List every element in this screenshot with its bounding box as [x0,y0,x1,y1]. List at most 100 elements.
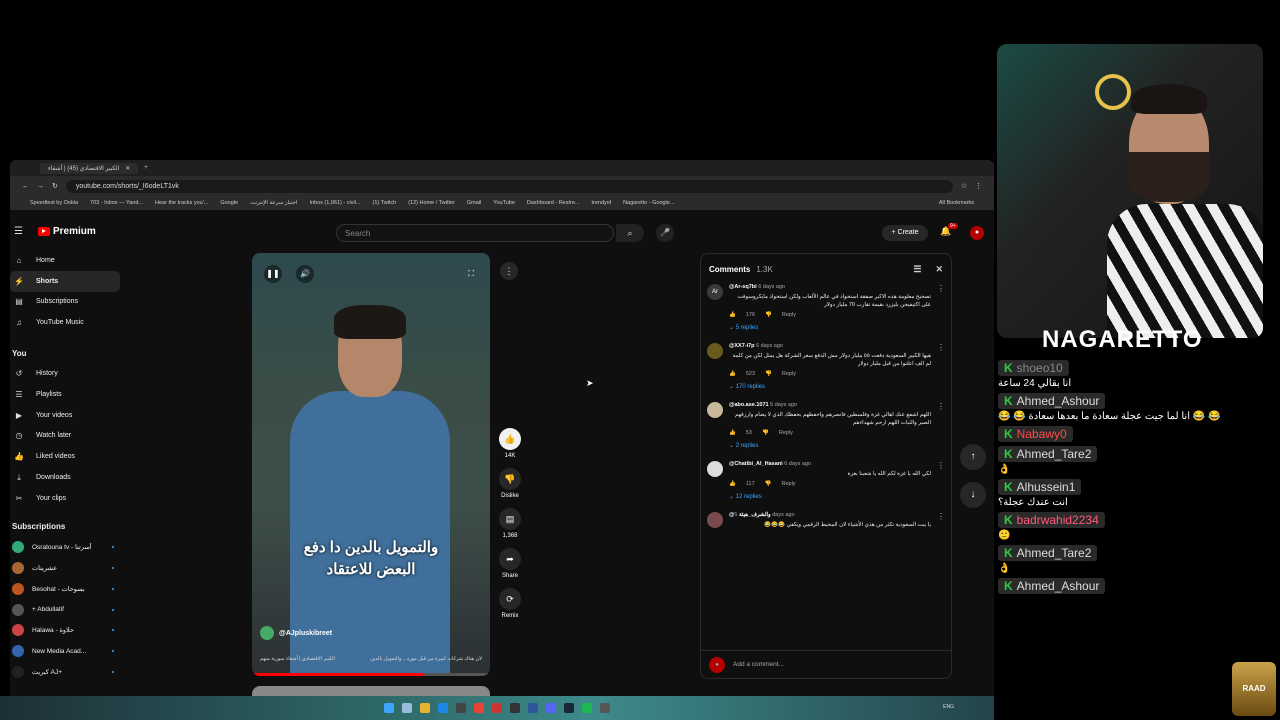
reload-icon[interactable]: ↻ [52,182,58,190]
bookmark-item[interactable]: Gmail [467,200,481,206]
subscription-item[interactable]: Halawa - حلاوة [10,620,120,641]
like-icon[interactable]: 👍 [729,371,736,377]
bookmark-item[interactable]: Hear the tracks you'... [155,200,208,206]
chat-user-tag[interactable]: K Alhussein1 [998,479,1082,495]
avatar[interactable] [707,402,723,418]
subscription-item[interactable]: عشرينات [10,558,120,579]
bookmark-item[interactable]: Speedtest by Ookla [30,200,78,206]
comment-author[interactable]: @XX7-i7p [729,343,755,349]
browser-tab[interactable]: الكبير الاقتصادي (45) | أشقاء ✕ [40,162,139,174]
add-comment-input[interactable]: Add a comment... [733,661,784,668]
view-replies-button[interactable]: ⌄ 12 replies [729,493,931,500]
sidebar-item[interactable]: ⚡ Shorts [10,270,120,292]
bookmark-item[interactable]: 703 - Inbox — Yand... [90,200,143,206]
avatar[interactable]: Ar [707,284,723,300]
more-options-icon[interactable]: ⋮ [937,461,945,508]
search-icon[interactable]: ⌕ [616,224,644,242]
bookmark-item[interactable]: Dashboard - Restre... [527,200,580,206]
reply-button[interactable]: Reply [782,371,796,377]
view-replies-button[interactable]: ⌄ 170 replies [729,383,931,390]
sidebar-item[interactable]: ✂ Your clips [10,488,120,509]
create-button[interactable]: + Create [882,225,928,241]
more-options-icon[interactable]: ⋮ [937,343,945,398]
remix-icon[interactable]: ⟳ [499,588,521,610]
you-heading[interactable]: You [10,343,120,363]
youtube-logo[interactable]: Premium [38,226,96,237]
sidebar-item[interactable]: ↺ History [10,363,120,384]
sort-icon[interactable]: ☰ [913,264,921,275]
video-channel[interactable]: @AJpluskibreet [260,626,332,640]
subscription-item[interactable]: Osratouna tv - أسرتنا [10,537,120,558]
comment-author[interactable]: @Ar-sq7bi [729,284,757,290]
pause-icon[interactable]: ❚❚ [264,265,282,283]
comment-icon[interactable]: ▤ [499,508,521,530]
more-options-icon[interactable]: ⋮ [937,402,945,457]
sidebar-item[interactable]: ▤ Subscriptions [10,292,120,313]
bookmark-item[interactable]: Inbox (1,061) - civil... [309,200,360,206]
bookmark-item[interactable]: trendyol [591,200,611,206]
app-icon[interactable] [510,703,520,713]
sidebar-item[interactable]: ◷ Watch later [10,426,120,447]
dislike-icon[interactable]: 👎 [499,468,521,490]
bookmark-item[interactable]: Google [220,200,238,206]
reply-button[interactable]: Reply [782,481,796,487]
close-icon[interactable]: ✕ [935,264,943,275]
subscription-item[interactable]: Besohat - بسوحات [10,578,120,599]
short-video-player[interactable]: ❚❚ 🔊 ⛶ والتمويل بالدين دا دفع البعض للاع… [252,253,490,676]
dislike-icon[interactable]: 👎 [765,481,772,487]
video-description[interactable]: الكبير الاقتصادي | أشقاء سورية منهم لان ه… [260,656,482,662]
chat-user-tag[interactable]: K Ahmed_Tare2 [998,545,1098,561]
dislike-icon[interactable]: 👎 [765,371,772,377]
app-icon[interactable] [456,703,466,713]
like-icon[interactable]: 👍 [729,312,736,318]
fullscreen-icon[interactable]: ⛶ [462,265,480,283]
chat-user-tag[interactable]: K Ahmed_Ashour [998,393,1106,409]
view-replies-button[interactable]: ⌄ 5 replies [729,324,931,331]
discord-icon[interactable] [546,703,556,713]
dislike-icon[interactable]: 👎 [765,312,772,318]
steam-icon[interactable] [564,703,574,713]
hamburger-menu-icon[interactable]: ☰ [14,226,23,237]
view-replies-button[interactable]: ⌄ 2 replies [729,442,931,449]
url-field[interactable]: youtube.com/shorts/_I6odeLT1vk [65,179,953,193]
bookmark-item[interactable]: اختبار سرعة الإنترنت [250,200,297,206]
more-options-icon[interactable]: ⋮ [937,284,945,339]
back-icon[interactable]: ← [22,183,29,190]
reply-button[interactable]: Reply [782,312,796,318]
dislike-icon[interactable]: 👎 [762,430,769,436]
new-tab-icon[interactable]: + [144,165,148,171]
like-icon[interactable]: 👍 [729,481,736,487]
app-icon[interactable] [492,703,502,713]
chat-user-tag[interactable]: K Ahmed_Tare2 [998,446,1098,462]
like-icon[interactable]: 👍 [499,428,521,450]
chat-user-tag[interactable]: K Ahmed_Ashour [998,578,1106,594]
comment-author[interactable]: @abo.ase.1071 [729,402,769,408]
edge-icon[interactable] [438,703,448,713]
sidebar-item[interactable]: ⌂ Home [10,250,120,271]
bookmark-item[interactable]: (12) Home / Twitter [408,200,455,206]
bookmark-item[interactable]: Nagaretto - Google... [623,200,674,206]
more-options-icon[interactable]: ⋮ [500,262,518,280]
avatar[interactable] [707,512,723,528]
account-avatar[interactable]: ● [970,226,984,240]
search-input[interactable]: Search [336,224,614,242]
forward-icon[interactable]: → [37,183,44,190]
sidebar-item[interactable]: ☰ Playlists [10,384,120,405]
word-icon[interactable] [528,703,538,713]
chat-user-tag[interactable]: Kbadrwahid2234 [998,512,1105,528]
sidebar-item[interactable]: ⤓ Downloads [10,467,120,488]
windows-start-icon[interactable] [384,703,394,713]
bookmark-item[interactable]: (1) Twitch [372,200,396,206]
previous-short-button[interactable]: ↑ [960,444,986,470]
subscriptions-heading[interactable]: Subscriptions [10,517,120,537]
avatar[interactable] [707,343,723,359]
volume-icon[interactable]: 🔊 [296,265,314,283]
close-icon[interactable]: ✕ [125,165,130,172]
app-icon[interactable] [600,703,610,713]
next-short-button[interactable]: ↓ [960,482,986,508]
menu-icon[interactable]: ⋮ [975,182,982,190]
input-language[interactable]: ENG [943,704,954,710]
file-explorer-icon[interactable] [420,703,430,713]
share-icon[interactable]: ➦ [499,548,521,570]
bookmark-item[interactable]: YouTube [493,200,515,206]
